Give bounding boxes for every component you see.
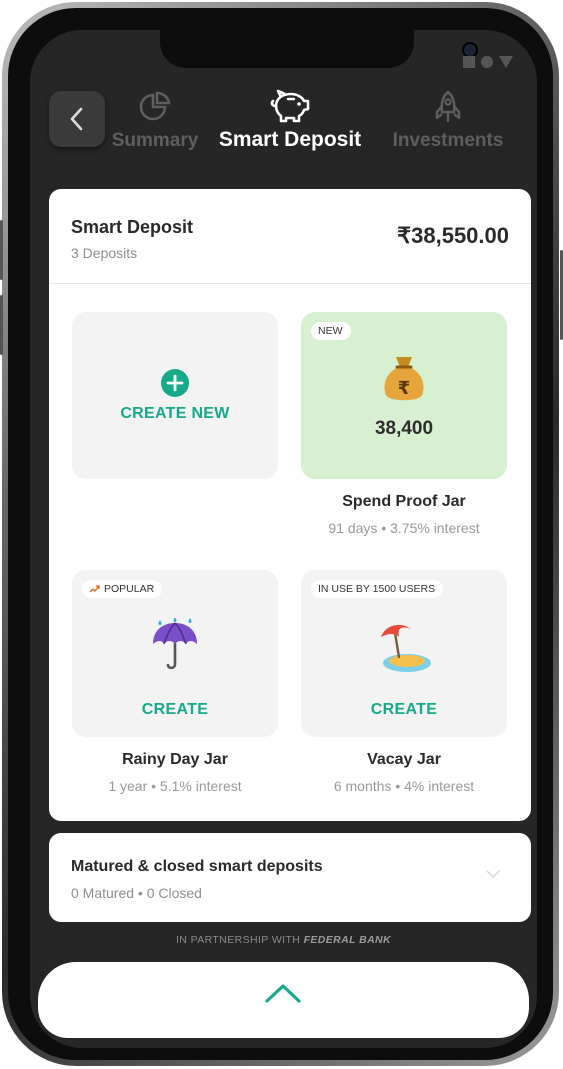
trending-up-icon — [89, 585, 100, 593]
spend-proof-jar-meta: 91 days • 3.75% interest — [328, 520, 480, 536]
vacay-jar-name: Vacay Jar — [367, 751, 441, 768]
chevron-left-icon — [70, 107, 83, 131]
matured-title: Matured & closed smart deposits — [71, 858, 323, 875]
total-amount: ₹38,550.00 — [397, 223, 509, 248]
users-badge: IN USE BY 1500 USERS — [311, 580, 444, 598]
money-bag-icon: ₹ — [384, 357, 424, 401]
deposit-count: 3 Deposits — [71, 245, 138, 261]
spend-proof-jar-value: 38,400 — [374, 418, 434, 439]
rainy-day-jar-tile[interactable]: POPULAR CREATE — [72, 570, 278, 737]
chevron-up-icon[interactable] — [264, 982, 302, 1004]
status-bar — [463, 56, 513, 68]
matured-subtitle: 0 Matured • 0 Closed — [71, 885, 202, 901]
partnership-note: IN PARTNERSHIP WITH FEDERAL BANK — [30, 934, 537, 946]
triangle-status-icon — [499, 56, 513, 68]
tab-smart-deposit-label: Smart Deposit — [218, 128, 362, 151]
rainy-day-jar-name: Rainy Day Jar — [122, 751, 228, 768]
rocket-icon — [435, 90, 461, 123]
square-status-icon — [463, 56, 475, 68]
new-badge-label: NEW — [318, 325, 343, 337]
tab-smart-deposit[interactable]: Smart Deposit — [210, 88, 370, 152]
partnership-prefix: IN PARTNERSHIP WITH — [175, 934, 301, 946]
popular-badge-label: POPULAR — [104, 583, 155, 595]
create-new-tile[interactable]: CREATE NEW — [72, 312, 278, 479]
tab-investments-label: Investments — [392, 130, 504, 151]
card-header: Smart Deposit 3 Deposits ₹38,550.00 — [49, 189, 531, 284]
vacay-create-label: CREATE — [370, 701, 438, 718]
umbrella-rain-icon — [153, 618, 197, 670]
rainy-day-create-label: CREATE — [141, 701, 209, 718]
create-new-label: CREATE NEW — [120, 405, 230, 422]
phone-frame: Summary Smart Deposit Investments Smart … — [2, 2, 559, 1066]
beach-umbrella-icon — [381, 624, 431, 672]
pie-chart-icon — [139, 91, 171, 121]
circle-status-icon — [481, 56, 493, 68]
card-title: Smart Deposit — [71, 217, 194, 237]
vacay-jar-meta: 6 months • 4% interest — [333, 778, 475, 794]
users-badge-label: IN USE BY 1500 USERS — [318, 583, 436, 595]
new-badge: NEW — [311, 322, 351, 340]
matured-deposits-row[interactable]: Matured & closed smart deposits 0 Mature… — [49, 833, 531, 922]
volume-up-button — [0, 220, 3, 280]
bottom-sheet[interactable] — [38, 962, 529, 1038]
spend-proof-jar-name: Spend Proof Jar — [342, 493, 466, 510]
tab-investments[interactable]: Investments — [388, 90, 508, 152]
back-button[interactable] — [49, 91, 105, 147]
volume-down-button — [0, 295, 3, 355]
spend-proof-jar-tile[interactable]: NEW ₹ 38,400 — [301, 312, 507, 479]
tab-summary-label: Summary — [111, 130, 199, 151]
piggy-bank-icon — [270, 89, 310, 123]
smart-deposit-card: Smart Deposit 3 Deposits ₹38,550.00 CREA… — [49, 189, 531, 821]
tab-summary[interactable]: Summary — [96, 90, 214, 152]
partner-bank-name: FEDERAL BANK — [303, 934, 392, 946]
app-screen: Summary Smart Deposit Investments Smart … — [30, 30, 537, 1048]
notch — [160, 30, 478, 68]
popular-badge: POPULAR — [82, 580, 163, 598]
rainy-day-jar-meta: 1 year • 5.1% interest — [108, 778, 242, 794]
phone-bezel: Summary Smart Deposit Investments Smart … — [8, 8, 553, 1060]
chevron-down-icon — [486, 870, 500, 878]
plus-circle-icon — [161, 369, 189, 397]
svg-text:₹: ₹ — [398, 378, 411, 399]
vacay-jar-tile[interactable]: IN USE BY 1500 USERS CREATE — [301, 570, 507, 737]
